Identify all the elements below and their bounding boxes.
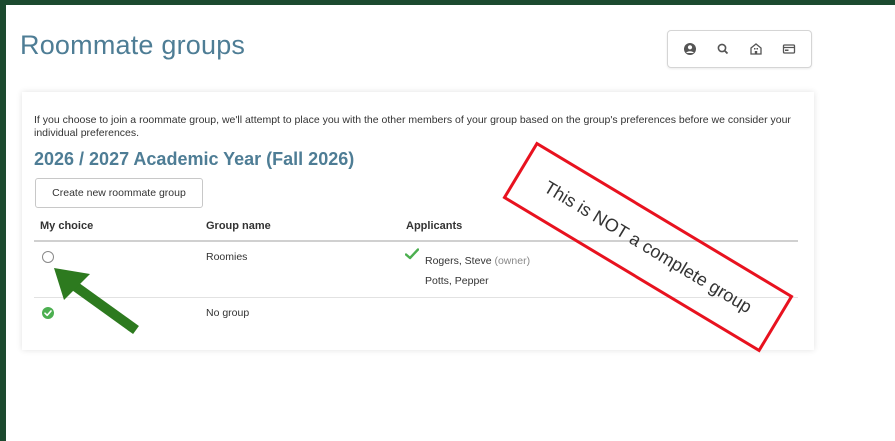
annotation-arrow-icon: [54, 268, 139, 335]
icon-toolbar: [667, 30, 812, 68]
group-name-cell: Roomies: [206, 251, 248, 263]
page-title: Roommate groups: [20, 30, 246, 60]
academic-year-heading: 2026 / 2027 Academic Year (Fall 2026): [34, 149, 355, 169]
search-icon[interactable]: [712, 38, 734, 60]
user-icon[interactable]: [679, 38, 701, 60]
building-icon[interactable]: [745, 38, 767, 60]
confirmed-check-icon: [405, 248, 419, 260]
create-group-button[interactable]: Create new roommate group: [35, 178, 203, 208]
group-name-cell: No group: [206, 307, 250, 319]
column-header-applicants: Applicants: [406, 220, 463, 232]
window-frame-left: [0, 0, 6, 441]
applicant-name: Rogers, Steve (owner): [425, 255, 530, 267]
intro-text: If you choose to join a roommate group, …: [34, 114, 791, 139]
card-icon[interactable]: [778, 38, 800, 60]
owner-tag: (owner): [494, 255, 531, 267]
applicant-name: Potts, Pepper: [425, 275, 489, 287]
column-header-group-name: Group name: [206, 220, 271, 232]
column-header-my-choice: My choice: [40, 220, 94, 232]
window-frame-top: [0, 0, 895, 5]
applicant-name-text: Rogers, Steve: [425, 255, 492, 267]
